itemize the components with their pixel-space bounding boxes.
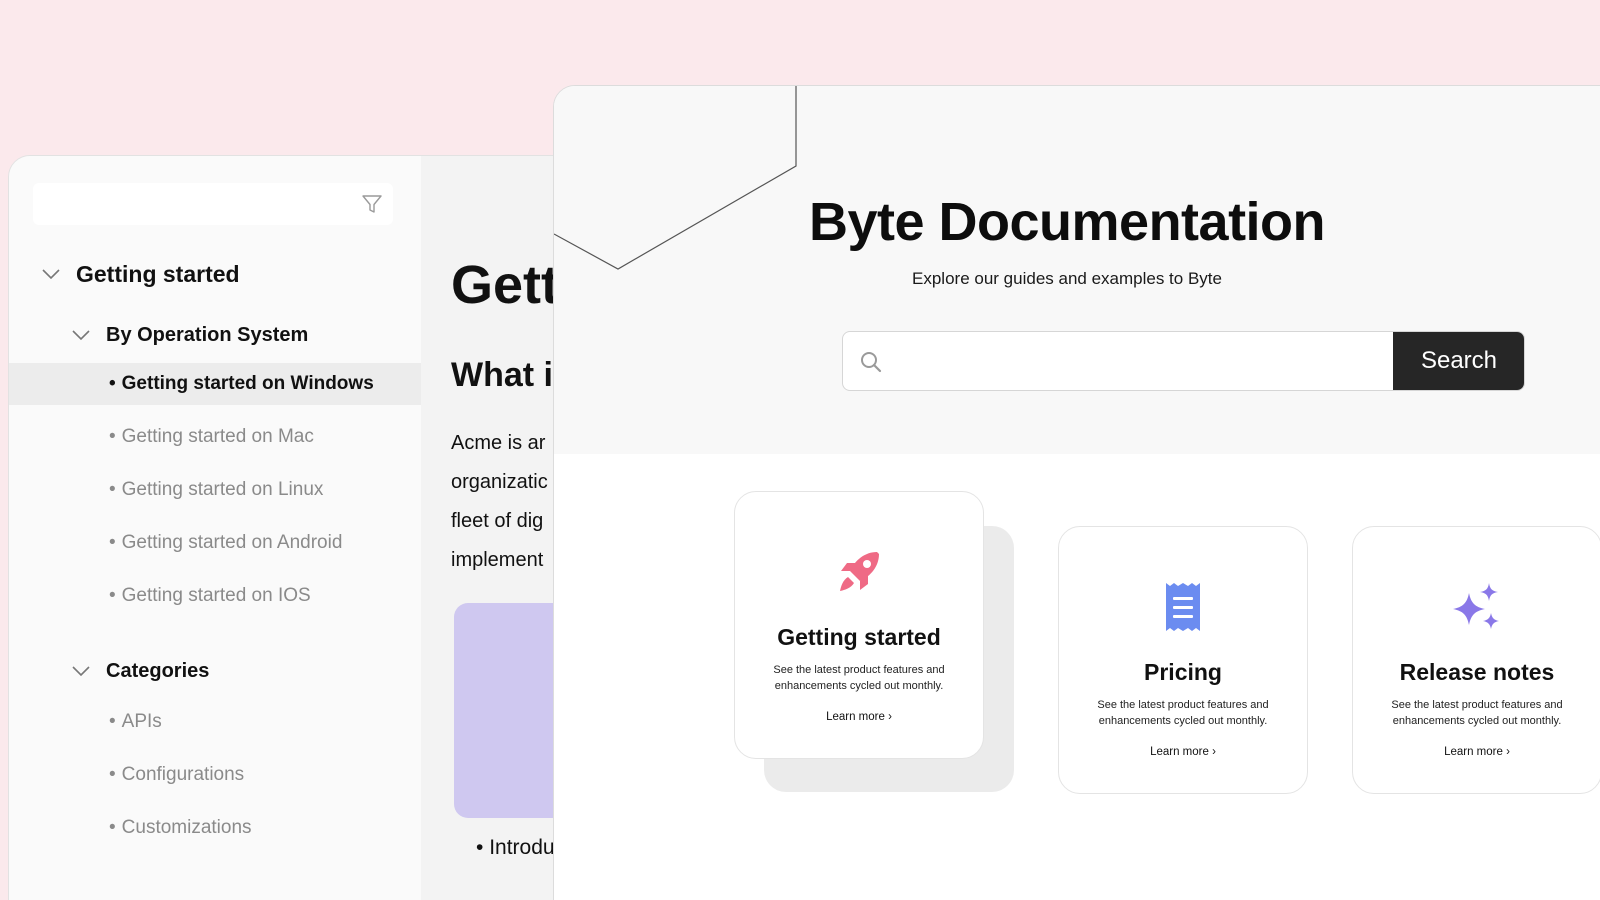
card-description: See the latest product features and enha… bbox=[1391, 699, 1563, 727]
card-title: Release notes bbox=[1399, 659, 1555, 685]
sidebar-item-label: • Getting started on Android bbox=[109, 532, 343, 553]
byte-landing-window: Byte Documentation Explore our guides an… bbox=[553, 85, 1600, 900]
chevron-down-icon bbox=[40, 263, 62, 285]
rocket-icon bbox=[735, 544, 983, 600]
search-bar: Search bbox=[842, 331, 1525, 391]
card-title: Pricing bbox=[1144, 659, 1222, 685]
card-title: Getting started bbox=[777, 624, 941, 650]
chevron-down-icon bbox=[70, 660, 92, 682]
intro-paragraph: Acme is ar organizatic fleet of dig impl… bbox=[451, 424, 548, 580]
docs-window: Getting started By Operation System • Get… bbox=[8, 155, 628, 900]
sidebar-group-label: By Operation System bbox=[106, 323, 309, 346]
hero-section: Byte Documentation Explore our guides an… bbox=[554, 86, 1600, 454]
sidebar-item-label: • Configurations bbox=[109, 764, 245, 785]
sidebar-section-getting-started[interactable]: Getting started bbox=[9, 257, 421, 291]
decorative-outline-shape bbox=[554, 86, 797, 270]
sidebar-section-label: Getting started bbox=[76, 260, 240, 287]
sidebar-item-android[interactable]: • Getting started on Android bbox=[9, 527, 421, 559]
filter-icon[interactable] bbox=[361, 193, 383, 215]
receipt-icon bbox=[1059, 579, 1307, 635]
paragraph-line: organizatic bbox=[451, 471, 548, 493]
sidebar-item-ios[interactable]: • Getting started on IOS bbox=[9, 580, 421, 612]
card-description: See the latest product features and enha… bbox=[1097, 699, 1269, 727]
search-icon bbox=[859, 350, 883, 374]
sidebar-item-customizations[interactable]: • Customizations bbox=[9, 812, 421, 844]
sidebar-item-label: • Customizations bbox=[109, 817, 252, 838]
learn-more-link[interactable]: Learn more › bbox=[1353, 746, 1600, 758]
sidebar-item-mac[interactable]: • Getting started on Mac bbox=[9, 421, 421, 453]
card-release-notes[interactable]: Release notes See the latest product fea… bbox=[1352, 526, 1600, 794]
hero-title: Byte Documentation bbox=[808, 192, 1326, 252]
hero-subtitle: Explore our guides and examples to Byte bbox=[912, 269, 1222, 288]
sidebar-item-windows[interactable]: • Getting started on Windows bbox=[9, 363, 421, 405]
sparkles-icon bbox=[1353, 579, 1600, 635]
card-description: See the latest product features and enha… bbox=[773, 664, 945, 692]
sidebar-item-label: • APIs bbox=[109, 711, 162, 732]
learn-more-link[interactable]: Learn more › bbox=[735, 711, 983, 723]
card-pricing[interactable]: Pricing See the latest product features … bbox=[1058, 526, 1308, 794]
sidebar-search-input[interactable] bbox=[33, 183, 393, 225]
learn-more-link[interactable]: Learn more › bbox=[1059, 746, 1307, 758]
paragraph-line: Acme is ar bbox=[451, 432, 546, 454]
sidebar-group-by-operation-system[interactable]: By Operation System bbox=[9, 319, 421, 351]
chevron-down-icon bbox=[70, 324, 92, 346]
sidebar-item-label: • Getting started on Windows bbox=[109, 373, 374, 394]
card-getting-started[interactable]: Getting started See the latest product f… bbox=[734, 491, 984, 759]
sidebar-item-linux[interactable]: • Getting started on Linux bbox=[9, 474, 421, 506]
paragraph-line: implement bbox=[451, 549, 544, 571]
sidebar-item-label: • Getting started on Mac bbox=[109, 426, 314, 447]
sidebar-group-categories[interactable]: Categories bbox=[9, 655, 421, 687]
section-heading: What i bbox=[451, 356, 553, 394]
sidebar: Getting started By Operation System • Get… bbox=[9, 156, 421, 900]
page-title: Gett bbox=[451, 255, 559, 315]
search-input[interactable] bbox=[899, 332, 1379, 390]
sidebar-item-label: • Getting started on Linux bbox=[109, 479, 324, 500]
search-button[interactable]: Search bbox=[1393, 332, 1524, 390]
sidebar-item-apis[interactable]: • APIs bbox=[9, 706, 421, 738]
paragraph-line: fleet of dig bbox=[451, 510, 544, 532]
sidebar-group-label: Categories bbox=[106, 659, 210, 682]
sidebar-item-label: • Getting started on IOS bbox=[109, 585, 311, 606]
content-bullet-item: • Introdu bbox=[476, 836, 555, 859]
sidebar-item-configurations[interactable]: • Configurations bbox=[9, 759, 421, 791]
